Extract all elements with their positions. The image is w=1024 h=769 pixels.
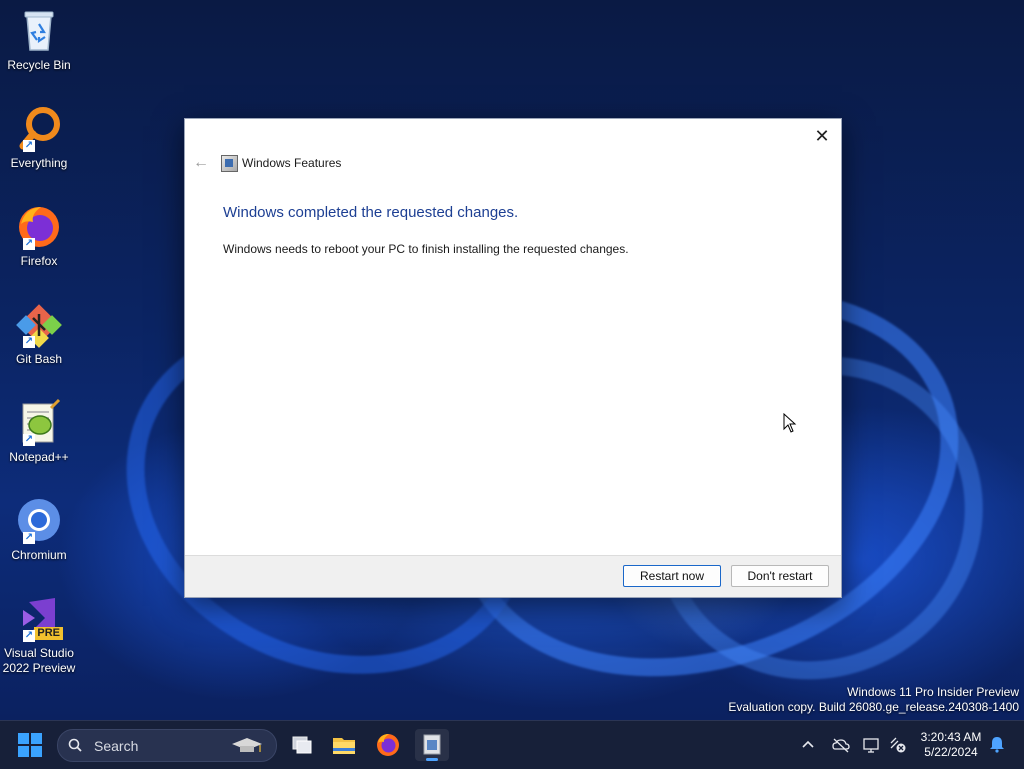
desktop-icon-label: Recycle Bin [7,58,71,72]
notification-bell-icon[interactable] [988,735,1006,753]
watermark-line: Windows 11 Pro Insider Preview [847,685,1019,699]
desktop-background: Recycle Bin ↗ Everything ↗ Firefox ↗ Git… [0,0,1024,744]
watermark-line: Evaluation copy. Build 26080.ge_release.… [728,700,1019,714]
taskbar-clock[interactable]: 3:20:43 AM 5/22/2024 [914,730,988,760]
desktop-icon-recycle-bin[interactable]: Recycle Bin [2,6,76,73]
windows-features-dialog: ✕ ← Windows Features Windows completed t… [184,118,842,598]
dialog-title: Windows Features [242,156,342,170]
shortcut-arrow-icon: ↗ [23,434,35,446]
desktop-icon-chromium[interactable]: ↗ Chromium [2,496,76,563]
git-bash-icon: ↗ [15,300,63,348]
dialog-heading: Windows completed the requested changes. [223,204,519,221]
search-highlight-graduation-icon [232,738,262,752]
desktop-icon-label: Everything [10,156,68,170]
shortcut-arrow-icon: ↗ [23,532,35,544]
windows-logo-icon [18,733,29,744]
clock-date: 5/22/2024 [924,745,978,759]
taskbar: Search 3:20:43 AM 5/22/2024 [0,720,1024,769]
file-explorer-icon [333,738,355,754]
clock-time: 3:20:43 AM [920,730,982,744]
onedrive-icon[interactable] [831,735,851,755]
preview-badge: PRE [34,627,63,640]
desktop-icon-git-bash[interactable]: ↗ Git Bash [2,300,76,367]
shortcut-arrow-icon: ↗ [23,630,35,642]
windows-features-icon [221,155,238,172]
search-icon [68,738,82,752]
evaluation-watermark: Windows 11 Pro Insider Preview Evaluatio… [728,685,1019,715]
dont-restart-button[interactable]: Don't restart [731,565,829,587]
notepadpp-icon: ↗ [15,398,63,446]
windows-features-icon [423,734,441,755]
restart-now-button[interactable]: Restart now [623,565,721,587]
back-arrow-icon[interactable]: ← [193,153,209,173]
taskbar-firefox[interactable] [371,729,405,761]
desktop-icon-label: Chromium [11,548,67,562]
visual-studio-icon: PRE ↗ [15,594,63,642]
task-view-icon [292,736,312,754]
shortcut-arrow-icon: ↗ [23,238,35,250]
shortcut-arrow-icon: ↗ [23,336,35,348]
desktop-icon-visual-studio[interactable]: PRE ↗ Visual Studio 2022 Preview [2,594,76,676]
shortcut-arrow-icon: ↗ [23,140,35,152]
active-app-indicator [426,758,438,761]
search-placeholder: Search [94,738,139,754]
desktop-icon-label: Notepad++ [9,450,69,464]
close-button[interactable]: ✕ [809,123,835,149]
taskbar-file-explorer[interactable] [327,729,361,761]
firefox-icon: ↗ [15,202,63,250]
dialog-message: Windows needs to reboot your PC to finis… [223,242,629,256]
firefox-icon [377,734,399,756]
desktop-icon-label: Visual Studio 2022 Preview [2,646,76,675]
everything-search-icon: ↗ [15,104,63,152]
taskbar-search-box[interactable]: Search [57,729,277,762]
desktop-icon-label: Git Bash [15,352,63,366]
show-hidden-icons-chevron-icon[interactable] [800,735,816,755]
network-icon[interactable] [888,735,908,755]
recycle-bin-icon [15,6,63,54]
desktop-icon-everything[interactable]: ↗ Everything [2,104,76,171]
dialog-footer: Restart now Don't restart [185,555,841,597]
desktop-icon-firefox[interactable]: ↗ Firefox [2,202,76,269]
display-icon[interactable] [862,735,882,755]
desktop-icon-notepadpp[interactable]: ↗ Notepad++ [2,398,76,465]
desktop-icon-label: Firefox [20,254,58,268]
taskbar-windows-features[interactable] [415,729,449,761]
chromium-icon: ↗ [15,496,63,544]
mouse-cursor-icon [783,413,797,433]
taskbar-task-view[interactable] [284,729,318,761]
start-button[interactable] [18,733,42,757]
